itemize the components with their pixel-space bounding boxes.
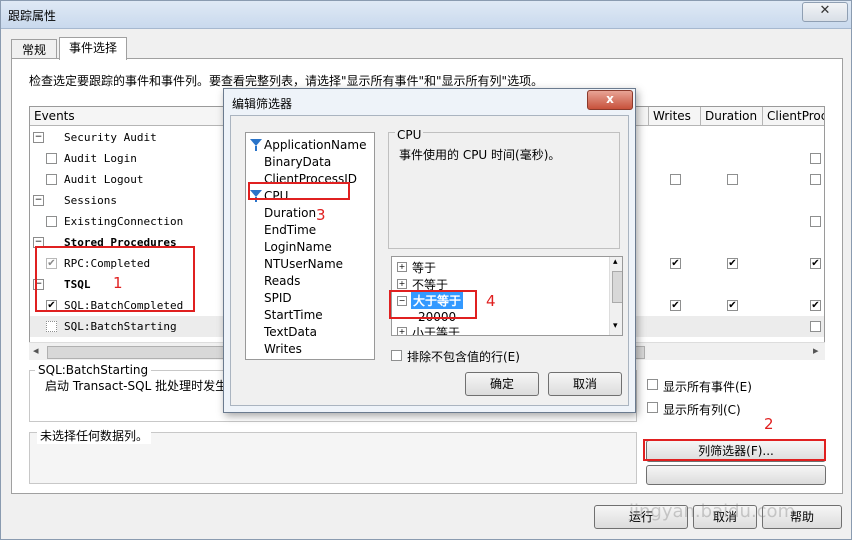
operator-less-equal[interactable]: + 小于等于 — [392, 323, 607, 335]
annotation-number-2: 2 — [764, 415, 774, 433]
watermark: jingyan.baidu.com — [629, 501, 796, 522]
show-all-events-label: 显示所有事件(E) — [663, 380, 752, 394]
dialog-title: 编辑筛选器 — [232, 97, 293, 111]
vertical-scrollbar[interactable]: ▴ ▾ — [609, 257, 622, 335]
column-checkbox-writes[interactable]: ✔ — [670, 300, 681, 311]
column-checkbox-clientproc[interactable] — [810, 174, 821, 185]
column-item-writes[interactable]: Writes — [264, 342, 302, 356]
column-item-applicationname[interactable]: ApplicationName — [264, 138, 366, 152]
column-checkbox-clientproc[interactable]: ✔ — [810, 300, 821, 311]
selected-column-description: 事件使用的 CPU 时间(毫秒)。 — [399, 148, 561, 162]
expand-icon[interactable]: + — [397, 279, 407, 289]
filter-funnel-icon — [250, 139, 262, 151]
event-checkbox[interactable] — [46, 216, 57, 227]
event-checkbox[interactable] — [46, 321, 57, 332]
column-item-reads[interactable]: Reads — [264, 274, 300, 288]
event-description-title: SQL:BatchStarting — [35, 363, 152, 377]
column-checkbox-clientproc[interactable] — [810, 153, 821, 164]
column-header-duration[interactable]: Duration — [701, 107, 763, 126]
tab-general[interactable]: 常规 — [11, 39, 57, 59]
event-checkbox[interactable] — [46, 153, 57, 164]
annotation-box-4 — [389, 290, 477, 319]
column-item-loginname[interactable]: LoginName — [264, 240, 332, 254]
scrollbar-thumb[interactable] — [612, 271, 622, 303]
column-checkbox-clientproc[interactable] — [810, 216, 821, 227]
dialog-cancel-button[interactable]: 取消 — [548, 372, 622, 396]
event-label: ExistingConnection — [64, 215, 184, 228]
event-label: SQL:BatchStarting — [64, 320, 177, 333]
instructions-text: 检查选定要跟踪的事件和事件列。要查看完整列表，请选择"显示所有事件"和"显示所有… — [29, 74, 544, 88]
scroll-left-icon[interactable]: ◂ — [33, 344, 39, 357]
column-header-writes[interactable]: Writes — [649, 107, 701, 126]
annotation-box-3 — [248, 182, 350, 200]
event-label: Audit Logout — [64, 173, 144, 186]
show-all-events-checkbox[interactable] — [647, 379, 658, 390]
expand-icon[interactable]: + — [397, 327, 407, 335]
event-description-text: 启动 Transact-SQL 批处理时发生。 — [45, 379, 240, 393]
category-label: Security Audit — [64, 131, 157, 144]
selected-column-title: CPU — [395, 128, 424, 142]
column-item-binarydata[interactable]: BinaryData — [264, 155, 331, 169]
dialog-close-button[interactable]: x — [587, 90, 633, 110]
column-checkbox-clientproc[interactable] — [810, 321, 821, 332]
scroll-up-icon[interactable]: ▴ — [613, 257, 618, 267]
title-bar[interactable]: 跟踪属性 ✕ — [1, 1, 851, 29]
category-label: Sessions — [64, 194, 117, 207]
tab-events-selection[interactable]: 事件选择 — [59, 37, 127, 60]
annotation-number-4: 4 — [486, 292, 496, 310]
event-label: Audit Login — [64, 152, 137, 165]
column-checkbox-writes[interactable] — [670, 174, 681, 185]
column-item-spid[interactable]: SPID — [264, 291, 292, 305]
show-all-columns-checkbox[interactable] — [647, 402, 658, 413]
column-item-ntusername[interactable]: NTUserName — [264, 257, 343, 271]
annotation-box-2 — [643, 439, 826, 461]
exclude-rows-checkbox[interactable] — [391, 350, 402, 361]
show-all-columns-label: 显示所有列(C) — [663, 403, 741, 417]
column-item-starttime[interactable]: StartTime — [264, 308, 323, 322]
ok-button[interactable]: 确定 — [465, 372, 539, 396]
column-checkbox-duration[interactable]: ✔ — [727, 258, 738, 269]
column-item-textdata[interactable]: TextData — [264, 325, 317, 339]
window-title: 跟踪属性 — [8, 9, 57, 23]
no-data-columns-text: 未选择任何数据列。 — [37, 427, 152, 444]
operator-equals[interactable]: + 等于 — [392, 258, 607, 275]
column-item-endtime[interactable]: EndTime — [264, 223, 316, 237]
dialog-body: ApplicationName BinaryData ClientProcess… — [230, 115, 629, 406]
event-checkbox[interactable] — [46, 174, 57, 185]
scroll-down-icon[interactable]: ▾ — [613, 321, 618, 331]
organize-columns-button[interactable] — [646, 465, 826, 485]
exclude-rows-label: 排除不包含值的行(E) — [407, 350, 520, 364]
filter-column-list: ApplicationName BinaryData ClientProcess… — [245, 132, 375, 360]
column-checkbox-writes[interactable]: ✔ — [670, 258, 681, 269]
close-button[interactable]: ✕ — [802, 2, 848, 22]
annotation-number-1: 1 — [113, 274, 123, 292]
annotation-number-3: 3 — [316, 206, 326, 224]
column-checkbox-clientproc[interactable]: ✔ — [810, 258, 821, 269]
column-checkbox-duration[interactable]: ✔ — [727, 300, 738, 311]
column-header-clientproc[interactable]: ClientProc — [763, 107, 824, 126]
column-checkbox-duration[interactable] — [727, 174, 738, 185]
column-item-duration[interactable]: Duration — [264, 206, 316, 220]
scroll-right-icon[interactable]: ▸ — [813, 344, 819, 357]
collapse-icon[interactable]: − — [33, 195, 44, 206]
collapse-icon[interactable]: − — [33, 132, 44, 143]
expand-icon[interactable]: + — [397, 262, 407, 272]
edit-filter-dialog: 编辑筛选器 x ApplicationName BinaryData Clien… — [223, 88, 636, 413]
